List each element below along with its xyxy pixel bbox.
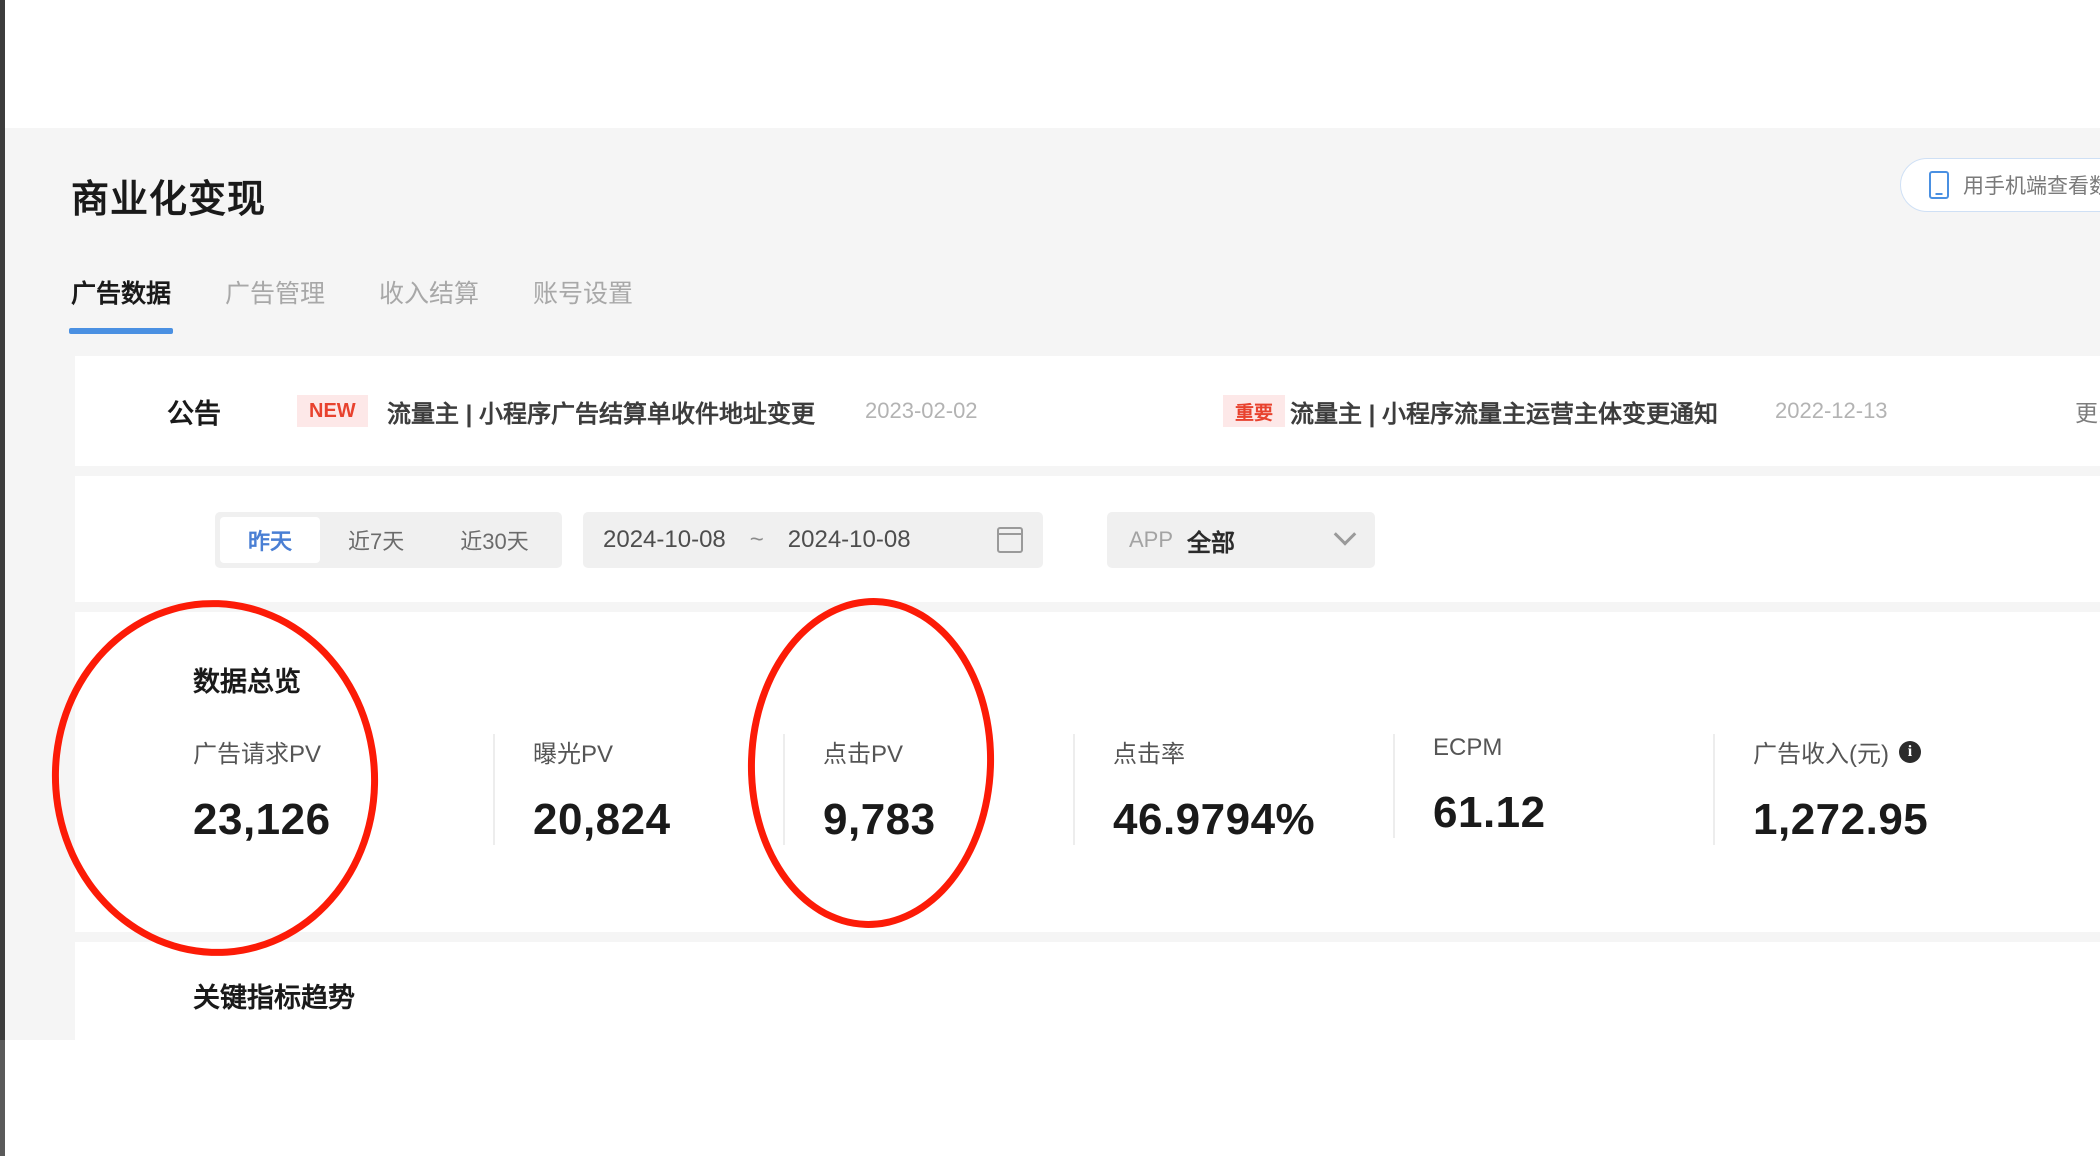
badge-important: 重要 — [1223, 395, 1286, 427]
metric-value: 23,126 — [193, 795, 331, 844]
date-range-start[interactable]: 2024-10-08 — [603, 526, 726, 554]
data-overview-card: 数据总览 广告请求PV 23,126 曝光PV 20,824 点击PV 9,78… — [75, 612, 2100, 932]
page-header: 商业化变现 用手机端查看数 — [5, 128, 2100, 260]
announcement-row: 公告 NEW 流量主 | 小程序广告结算单收件地址变更 2023-02-02 重… — [75, 356, 2100, 466]
metric-value: 20,824 — [533, 795, 671, 844]
announcement-label: 公告 — [167, 398, 221, 429]
key-metrics-trend-title: 关键指标趋势 — [193, 983, 355, 1013]
window-left-edge-lower — [0, 1040, 5, 1156]
key-metrics-trend-card: 关键指标趋势 — [75, 942, 2100, 1040]
metric-label-text: 曝光PV — [533, 741, 614, 768]
app-filter-value: 全部 — [1187, 529, 1236, 557]
announcement-link-1[interactable]: 流量主 | 小程序广告结算单收件地址变更 — [387, 394, 815, 429]
date-preset-last-7-days[interactable]: 近7天 — [320, 517, 432, 563]
metric-value: 46.9794% — [1113, 795, 1316, 844]
phone-icon — [1929, 171, 1949, 199]
metric-label-text: 点击率 — [1113, 741, 1185, 768]
tab-ad-data[interactable]: 广告数据 — [68, 274, 174, 334]
metric-label-text: 广告收入(元) — [1753, 741, 1889, 768]
data-overview-title: 数据总览 — [193, 667, 301, 697]
announcement-date-2: 2022-12-13 — [1775, 398, 1888, 423]
tabs-bar: 广告数据 广告管理 收入结算 账号设置 — [5, 260, 2100, 356]
app-filter-label: APP — [1129, 527, 1174, 552]
tab-account-settings[interactable]: 账号设置 — [533, 274, 633, 334]
page-title: 商业化变现 — [71, 179, 267, 221]
metric-label: 点击PV — [823, 734, 1073, 769]
tab-list: 广告数据 广告管理 收入结算 账号设置 — [68, 274, 633, 334]
metric-label-text: 广告请求PV — [193, 741, 322, 768]
metric-ad-request-pv: 广告请求PV 23,126 — [193, 734, 493, 845]
metric-label-text: ECPM — [1433, 734, 1503, 761]
badge-new: NEW — [297, 395, 368, 427]
metric-label: 广告收入(元) i — [1753, 734, 2043, 769]
metric-value: 1,272.95 — [1753, 795, 1929, 844]
chevron-down-icon[interactable] — [1333, 523, 1357, 546]
metric-value: 61.12 — [1433, 788, 1546, 837]
announcement-date-1: 2023-02-02 — [865, 398, 978, 423]
filters-card: 昨天 近7天 近30天 2024-10-08 ~ 2024-10-08 APP … — [75, 476, 2100, 602]
metric-ad-revenue: 广告收入(元) i 1,272.95 — [1713, 734, 2043, 845]
metric-label: 曝光PV — [533, 734, 783, 769]
metrics-list: 广告请求PV 23,126 曝光PV 20,824 点击PV 9,783 点击率 — [193, 734, 2043, 845]
app-filter-select[interactable]: APP 全部 — [1107, 512, 1375, 568]
metric-click-rate: 点击率 46.9794% — [1073, 734, 1393, 845]
calendar-icon[interactable] — [997, 527, 1023, 553]
info-icon[interactable]: i — [1898, 740, 1921, 763]
announcement-card: 公告 NEW 流量主 | 小程序广告结算单收件地址变更 2023-02-02 重… — [75, 356, 2100, 466]
announcement-link-2[interactable]: 流量主 | 小程序流量主运营主体变更通知 — [1290, 394, 1718, 429]
screen: 商业化变现 用手机端查看数 广告数据 广告管理 收入结算 账号设置 公告 NEW… — [0, 0, 2100, 1156]
metric-click-pv: 点击PV 9,783 — [783, 734, 1073, 845]
metric-label: ECPM — [1433, 734, 1713, 762]
metric-label: 点击率 — [1113, 734, 1393, 769]
date-preset-segmented-control: 昨天 近7天 近30天 — [215, 512, 562, 568]
metric-label-text: 点击PV — [823, 741, 904, 768]
date-range-picker[interactable]: 2024-10-08 ~ 2024-10-08 — [583, 512, 1043, 568]
metric-label: 广告请求PV — [193, 734, 493, 769]
date-range-separator: ~ — [749, 526, 764, 553]
date-range-end[interactable]: 2024-10-08 — [788, 526, 911, 554]
metric-ecpm: ECPM 61.12 — [1393, 734, 1713, 838]
tab-revenue-settlement[interactable]: 收入结算 — [379, 274, 479, 334]
view-on-phone-label: 用手机端查看数 — [1963, 175, 2100, 198]
date-preset-yesterday[interactable]: 昨天 — [220, 517, 321, 563]
metric-impression-pv: 曝光PV 20,824 — [493, 734, 783, 845]
announcement-more-link[interactable]: 更多 — [2075, 394, 2100, 428]
metric-value: 9,783 — [823, 795, 936, 844]
tab-ad-management[interactable]: 广告管理 — [225, 274, 325, 334]
view-on-phone-button[interactable]: 用手机端查看数 — [1900, 158, 2100, 212]
date-preset-last-30-days[interactable]: 近30天 — [432, 517, 556, 563]
window-left-edge — [0, 0, 5, 1156]
